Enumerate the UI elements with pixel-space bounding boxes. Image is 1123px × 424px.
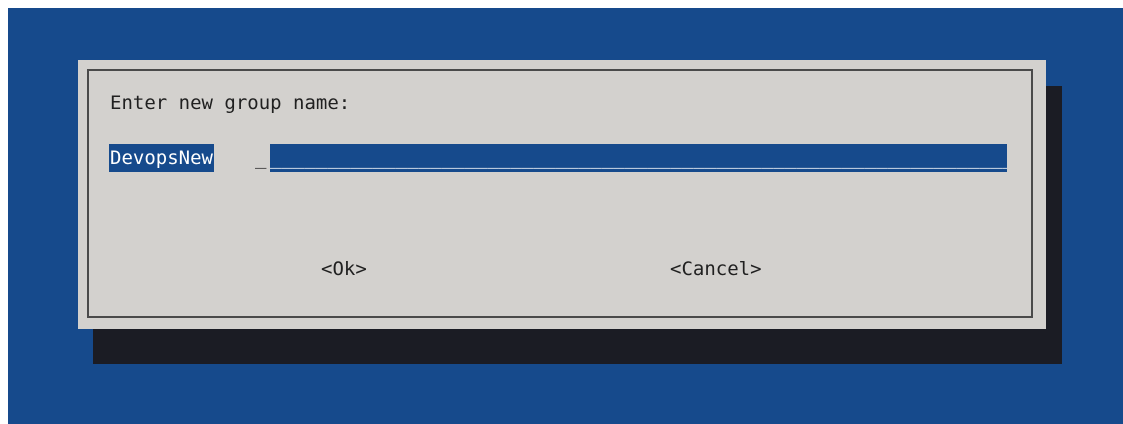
terminal-screen: Enter new group name: DevopsNew _ ______… [8,8,1123,424]
ok-button[interactable]: <Ok> [321,255,367,283]
input-fill-area[interactable]: ________________________________________… [270,144,1007,172]
input-dialog: Enter new group name: DevopsNew _ ______… [78,60,1046,329]
group-name-input[interactable]: DevopsNew _ ____________________________… [109,144,1007,172]
group-name-value[interactable]: DevopsNew [109,144,214,172]
cancel-button[interactable]: <Cancel> [670,255,762,283]
text-cursor: _ [255,147,267,169]
dialog-prompt: Enter new group name: [110,92,351,114]
